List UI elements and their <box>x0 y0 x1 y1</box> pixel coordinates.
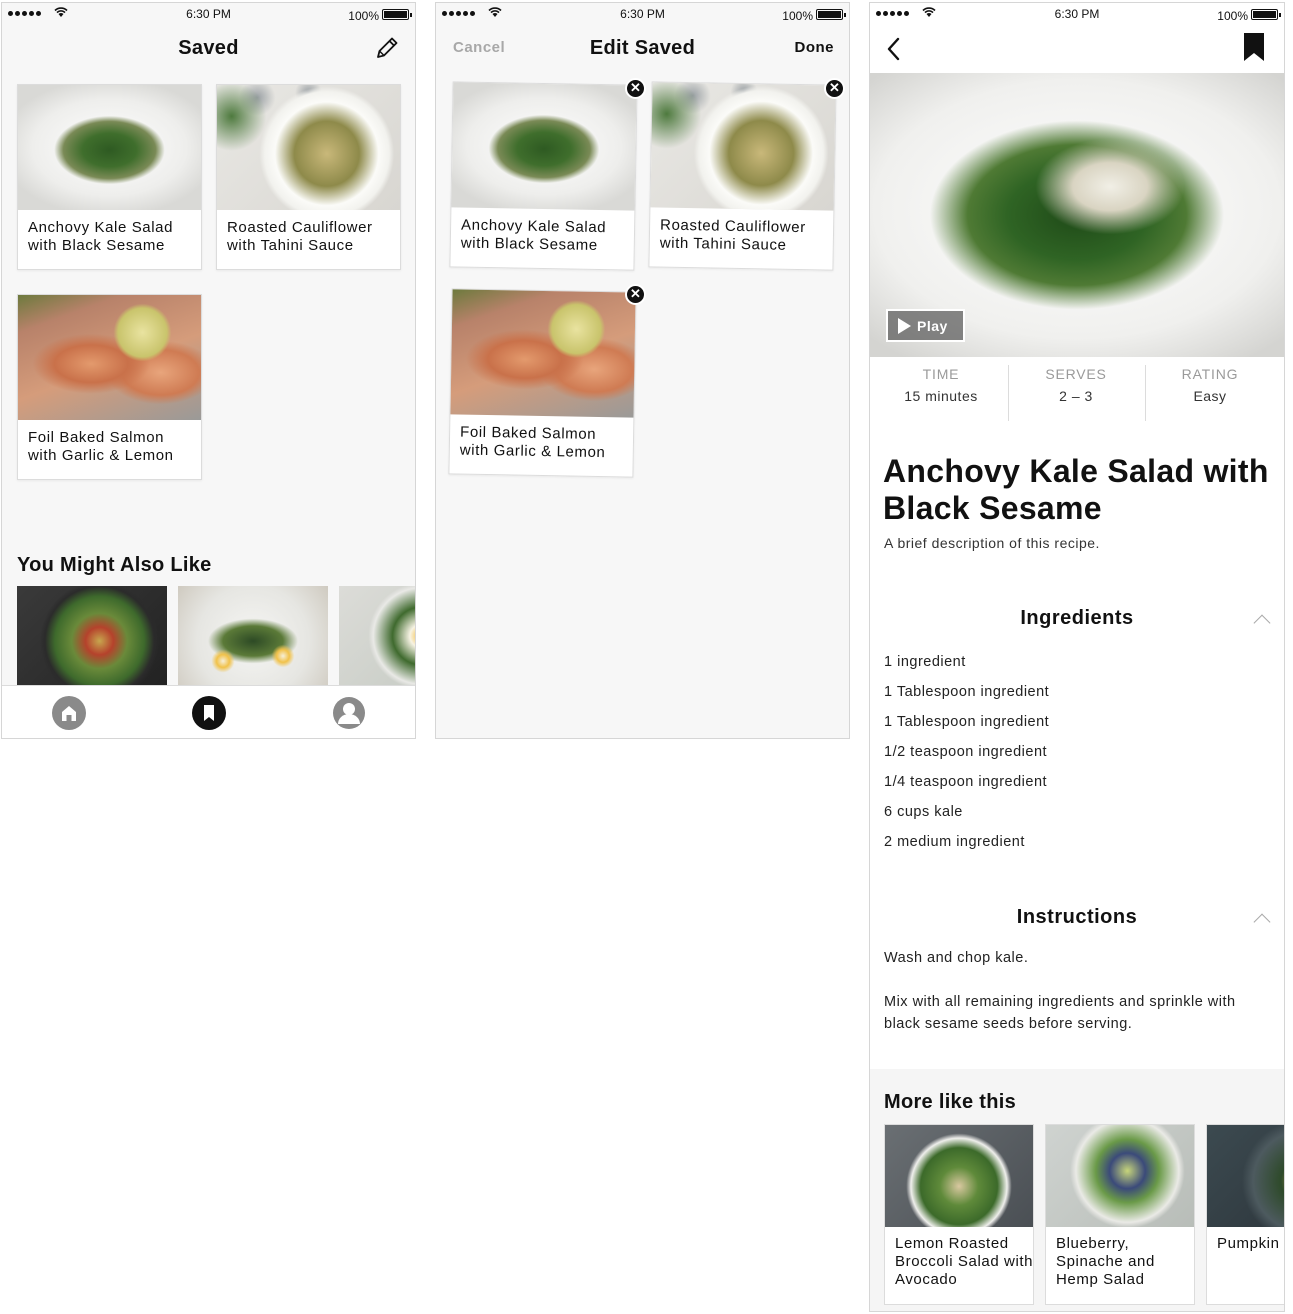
recipe-card[interactable]: Foil Baked Salmon with Garlic & Lemon <box>448 288 637 478</box>
remove-button[interactable]: ✕ <box>625 78 646 99</box>
meta-value: 15 minutes <box>904 388 978 404</box>
play-button[interactable]: Play <box>886 309 965 342</box>
profile-icon <box>333 697 365 729</box>
ingredient-item: 1/4 teaspoon ingredient <box>884 774 1048 790</box>
recipe-card[interactable]: Foil Baked Salmon with Garlic & Lemon <box>17 294 202 480</box>
meta-value: 2 – 3 <box>1059 388 1093 404</box>
recipe-card[interactable]: Anchovy Kale Salad with Black Sesame <box>449 81 638 271</box>
recipe-photo <box>217 85 400 210</box>
recipe-hero-photo: Play <box>870 73 1284 357</box>
remove-button[interactable]: ✕ <box>625 284 646 305</box>
play-icon <box>898 317 911 334</box>
battery-percent: 100% <box>348 9 379 23</box>
recipe-photo <box>650 82 836 211</box>
ingredients-heading[interactable]: Ingredients <box>870 607 1284 630</box>
tab-profile[interactable] <box>332 696 366 730</box>
home-icon <box>62 706 76 721</box>
meta-label: TIME <box>922 366 960 382</box>
instruction-step: Mix with all remaining ingredients and s… <box>884 994 1236 1032</box>
recipe-description: A brief description of this recipe. <box>884 535 1100 551</box>
recipe-photo <box>1207 1125 1284 1227</box>
tab-saved[interactable] <box>192 696 226 730</box>
done-button[interactable]: Done <box>795 39 835 56</box>
recipe-photo <box>885 1125 1033 1227</box>
ingredient-item: 1/2 teaspoon ingredient <box>884 744 1048 760</box>
ingredient-item: 2 medium ingredient <box>884 834 1025 850</box>
recipe-title: Blueberry, Spinache and Hemp Salad <box>1056 1235 1155 1288</box>
meta-label: SERVES <box>1045 366 1107 382</box>
suggestion-thumbnail[interactable] <box>17 586 167 686</box>
recipe-title: Foil Baked Salmon with Garlic & Lemon <box>459 423 606 462</box>
bookmark-icon <box>204 705 214 721</box>
battery-percent: 100% <box>1217 9 1248 23</box>
meta-value: Easy <box>1193 388 1227 404</box>
recipe-title: Foil Baked Salmon with Garlic & Lemon <box>28 429 174 464</box>
ingredient-item: 6 cups kale <box>884 804 963 820</box>
recipe-title: Anchovy Kale Salad with Black Sesame <box>883 453 1269 526</box>
recipe-title: Roasted Cauliflower with Tahini Sauce <box>659 216 806 254</box>
saved-screen: 6:30 PM 100% Saved Anchovy Kale Salad wi… <box>1 2 416 739</box>
edit-saved-screen: 6:30 PM 100% Cancel Edit Saved Done Anch… <box>435 2 850 739</box>
back-arrow-icon[interactable] <box>884 36 904 62</box>
instructions-heading[interactable]: Instructions <box>870 906 1284 929</box>
page-title: Edit Saved <box>589 37 696 59</box>
recipe-card[interactable]: Roasted Cauliflower with Tahini Sauce <box>216 84 401 270</box>
recipe-title: Anchovy Kale Salad with Black Sesame <box>28 219 174 254</box>
recipe-title: Pumpkin Cupcake <box>1217 1235 1284 1252</box>
tab-bar <box>2 685 415 738</box>
status-bar: 6:30 PM 100% <box>436 3 849 25</box>
recipe-card[interactable]: Anchovy Kale Salad with Black Sesame <box>17 84 202 270</box>
recipe-card[interactable]: Pumpkin Cupcake <box>1206 1124 1284 1305</box>
recipe-title: Anchovy Kale Salad with Black Sesame <box>460 216 607 254</box>
tab-home[interactable] <box>52 696 86 730</box>
play-label: Play <box>917 317 948 334</box>
meta-time: TIME 15 minutes <box>872 366 1010 404</box>
recipe-title: Lemon Roasted Broccoli Salad with Avocad… <box>895 1235 1034 1288</box>
battery-icon <box>382 9 412 20</box>
meta-serves: SERVES 2 – 3 <box>1007 366 1145 404</box>
battery-icon <box>1251 9 1281 20</box>
pencil-icon[interactable] <box>373 34 401 62</box>
meta-label: RATING <box>1181 366 1239 382</box>
status-bar: 6:30 PM 100% <box>2 3 415 25</box>
battery-icon <box>816 9 846 20</box>
recipe-photo <box>450 289 636 418</box>
recipe-photo <box>451 82 637 211</box>
recipe-photo <box>18 295 201 420</box>
suggestions-heading: You Might Also Like <box>17 554 212 576</box>
ingredient-item: 1 ingredient <box>884 654 966 670</box>
instruction-step: Wash and chop kale. <box>884 950 1029 966</box>
status-bar: 6:30 PM 100% <box>870 3 1284 25</box>
meta-rating: RATING Easy <box>1141 366 1279 404</box>
bookmark-icon[interactable] <box>1244 33 1264 61</box>
more-heading: More like this <box>884 1091 1017 1113</box>
recipe-detail-screen: 6:30 PM 100% Play TIME 15 minutes SERVES… <box>869 2 1285 1312</box>
recipe-card[interactable]: Blueberry, Spinache and Hemp Salad <box>1045 1124 1195 1305</box>
remove-button[interactable]: ✕ <box>824 78 845 99</box>
battery-percent: 100% <box>782 9 813 23</box>
suggestion-thumbnail[interactable] <box>178 586 328 686</box>
page-title: Saved <box>178 37 239 59</box>
recipe-card[interactable]: Roasted Cauliflower with Tahini Sauce <box>648 81 837 271</box>
recipe-photo <box>18 85 201 210</box>
recipe-photo <box>1046 1125 1194 1227</box>
ingredient-item: 1 Tablespoon ingredient <box>884 684 1050 700</box>
recipe-card[interactable]: Lemon Roasted Broccoli Salad with Avocad… <box>884 1124 1034 1305</box>
suggestion-thumbnail[interactable] <box>339 586 415 686</box>
ingredient-item: 1 Tablespoon ingredient <box>884 714 1050 730</box>
recipe-title: Roasted Cauliflower with Tahini Sauce <box>227 219 373 254</box>
